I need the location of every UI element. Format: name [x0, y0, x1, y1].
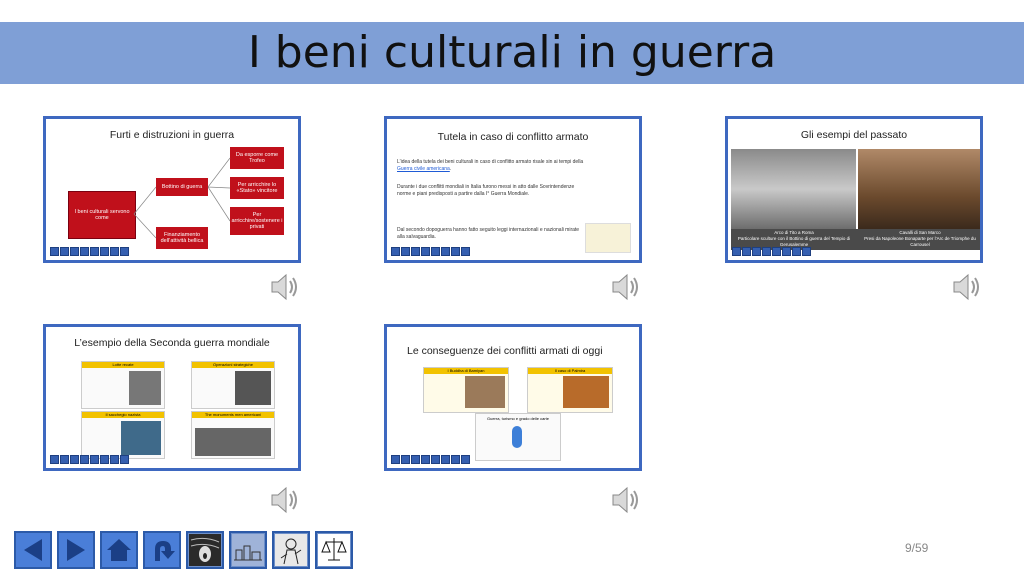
sub-slide[interactable]: The monuments men americani — [191, 411, 275, 459]
arch-of-titus-image — [731, 149, 856, 229]
arrow-right-icon — [67, 539, 85, 561]
return-icon — [155, 541, 175, 561]
thumbnail-nav-strip — [391, 247, 470, 256]
thumbnail-title: Le conseguenze dei conflitti armati di o… — [407, 345, 603, 357]
thumbnail-nav-strip — [50, 455, 129, 464]
thumbnail-furti[interactable]: Furti e distruzioni in guerra I beni cul… — [43, 116, 301, 263]
thumbnail-conseguenze[interactable]: Le conseguenze dei conflitti armati di o… — [384, 324, 642, 471]
sub-slide[interactable]: Guerra, turismo e grado delle carte — [475, 413, 561, 461]
city-sketch-icon — [232, 534, 264, 566]
thumbnail-title: L’esempio della Seconda guerra mondiale — [74, 337, 270, 349]
caption-right: Cavalli di San Marco Presi da Napoleone … — [864, 230, 976, 247]
thumbnail-tutela[interactable]: Tutela in caso di conflitto armato L’ide… — [384, 116, 642, 263]
sub-slide[interactable]: Il caso di Palmira — [527, 367, 613, 413]
sub-slide[interactable]: Lotte recate — [81, 361, 165, 409]
law-link-button[interactable] — [315, 531, 353, 569]
diagram-connectors — [133, 157, 231, 239]
speaker-icon[interactable] — [268, 270, 302, 304]
paragraph: L’idea della tutela dei beni culturali i… — [397, 159, 584, 172]
scream-painting-icon — [189, 534, 221, 566]
speaker-icon[interactable] — [609, 270, 643, 304]
thumbnail-title: Gli esempi del passato — [800, 129, 908, 141]
home-button[interactable] — [100, 531, 138, 569]
scream-link-button[interactable] — [186, 531, 224, 569]
caption-left: Arco di Tito a Roma Particolare sculture… — [737, 230, 851, 247]
main-navigation — [14, 531, 353, 569]
return-button[interactable] — [143, 531, 181, 569]
slide-number: 9/59 — [905, 541, 929, 555]
next-slide-button[interactable] — [57, 531, 95, 569]
speaker-icon[interactable] — [950, 270, 984, 304]
soldier-sketch-icon — [275, 534, 307, 566]
sub-slide[interactable]: Il sacchegio nazista — [81, 411, 165, 459]
slide-title: I beni culturali in guerra — [247, 27, 777, 78]
mini-slide-preview[interactable] — [585, 223, 631, 253]
thumbnail-nav-strip — [391, 455, 470, 464]
prev-slide-button[interactable] — [14, 531, 52, 569]
thumbnail-nav-strip — [50, 247, 129, 256]
home-icon — [107, 539, 131, 561]
paragraph: Durante i due conflitti mondiali in Ital… — [397, 184, 575, 197]
thumbnail-nav-strip — [732, 247, 811, 256]
thumbnail-esempi[interactable]: Gli esempi del passato Arco di Tito a Ro… — [725, 116, 983, 263]
speaker-icon[interactable] — [268, 483, 302, 517]
arrow-left-icon — [24, 539, 42, 561]
sub-slide[interactable]: I Buddha di Bamiyan — [423, 367, 509, 413]
soldier-link-button[interactable] — [272, 531, 310, 569]
thumbnail-title: Tutela in caso di conflitto armato — [437, 131, 589, 143]
thumbnail-seconda-guerra[interactable]: L’esempio della Seconda guerra mondiale … — [43, 324, 301, 471]
paragraph: Dal secondo dopoguerra hanno fatto segui… — [397, 227, 580, 240]
city-link-button[interactable] — [229, 531, 267, 569]
speaker-icon[interactable] — [609, 483, 643, 517]
horses-of-san-marco-image — [858, 149, 980, 229]
sub-slide[interactable]: Operazioni strategiche — [191, 361, 275, 409]
scales-icon — [318, 534, 350, 566]
